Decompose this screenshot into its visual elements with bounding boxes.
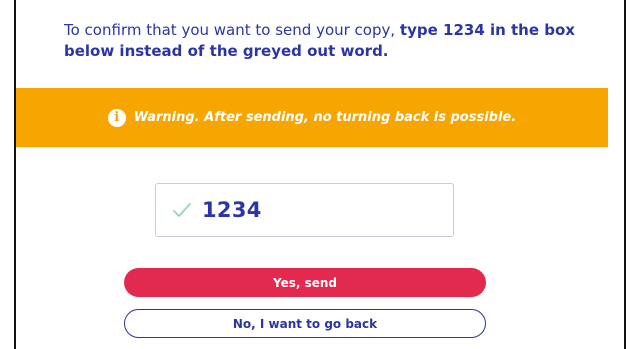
instruction-text: To confirm that you want to send your co… — [64, 20, 584, 62]
confirmation-code-value[interactable]: 1234 — [202, 198, 262, 222]
go-back-button[interactable]: No, I want to go back — [124, 309, 486, 338]
confirm-send-dialog: To confirm that you want to send your co… — [0, 0, 643, 349]
dialog-right-border — [624, 0, 626, 349]
warning-text: Warning. After sending, no turning back … — [133, 110, 517, 125]
warning-banner: i Warning. After sending, no turning bac… — [16, 88, 608, 147]
instruction-regular: To confirm that you want to send your co… — [64, 21, 400, 39]
info-icon: i — [107, 108, 126, 127]
yes-send-button[interactable]: Yes, send — [124, 268, 486, 297]
check-icon — [173, 203, 191, 217]
confirmation-code-input[interactable]: 1234 — [155, 183, 454, 237]
dialog-left-border — [14, 0, 16, 349]
